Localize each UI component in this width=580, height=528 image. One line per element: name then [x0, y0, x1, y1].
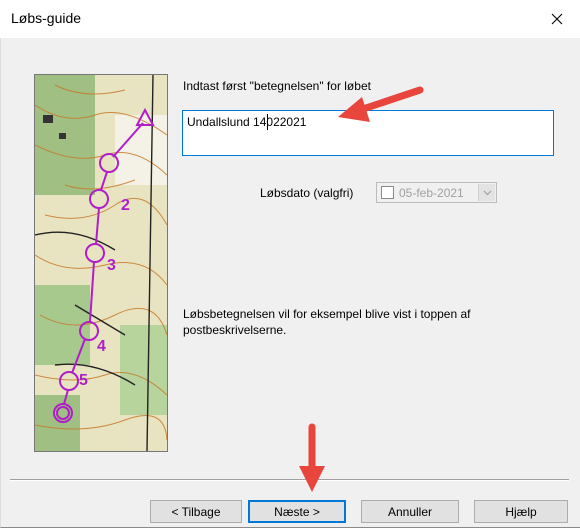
- svg-text:5: 5: [79, 372, 88, 389]
- date-value: 05-feb-2021: [399, 186, 464, 200]
- chevron-down-icon: [483, 190, 491, 195]
- course-name-input[interactable]: Undallslund 14022021: [182, 110, 554, 156]
- text-caret: [267, 114, 268, 130]
- date-picker[interactable]: 05-feb-2021: [376, 182, 497, 203]
- cancel-button[interactable]: Annuller: [361, 500, 459, 523]
- date-dropdown-button[interactable]: [478, 184, 495, 201]
- back-button[interactable]: < Tilbage: [150, 500, 242, 523]
- button-divider: [10, 479, 569, 481]
- orienteering-map-image: 2 3 4 5: [34, 74, 168, 452]
- help-button[interactable]: Hjælp: [474, 500, 568, 523]
- next-button[interactable]: Næste >: [248, 500, 346, 523]
- svg-text:2: 2: [121, 197, 130, 214]
- date-label: Løbsdato (valgfri): [260, 186, 354, 200]
- description-text: Løbsbetegnelsen vil for eksempel blive v…: [183, 307, 471, 337]
- close-icon: [551, 13, 563, 25]
- instruction-label: Indtast først "betegnelsen" for løbet: [183, 79, 371, 93]
- svg-text:4: 4: [97, 338, 106, 355]
- date-checkbox[interactable]: [381, 186, 394, 199]
- window-title: Løbs-guide: [11, 10, 82, 26]
- svg-text:3: 3: [107, 257, 116, 274]
- title-bar: Løbs-guide: [0, 0, 580, 39]
- close-button[interactable]: [534, 0, 580, 38]
